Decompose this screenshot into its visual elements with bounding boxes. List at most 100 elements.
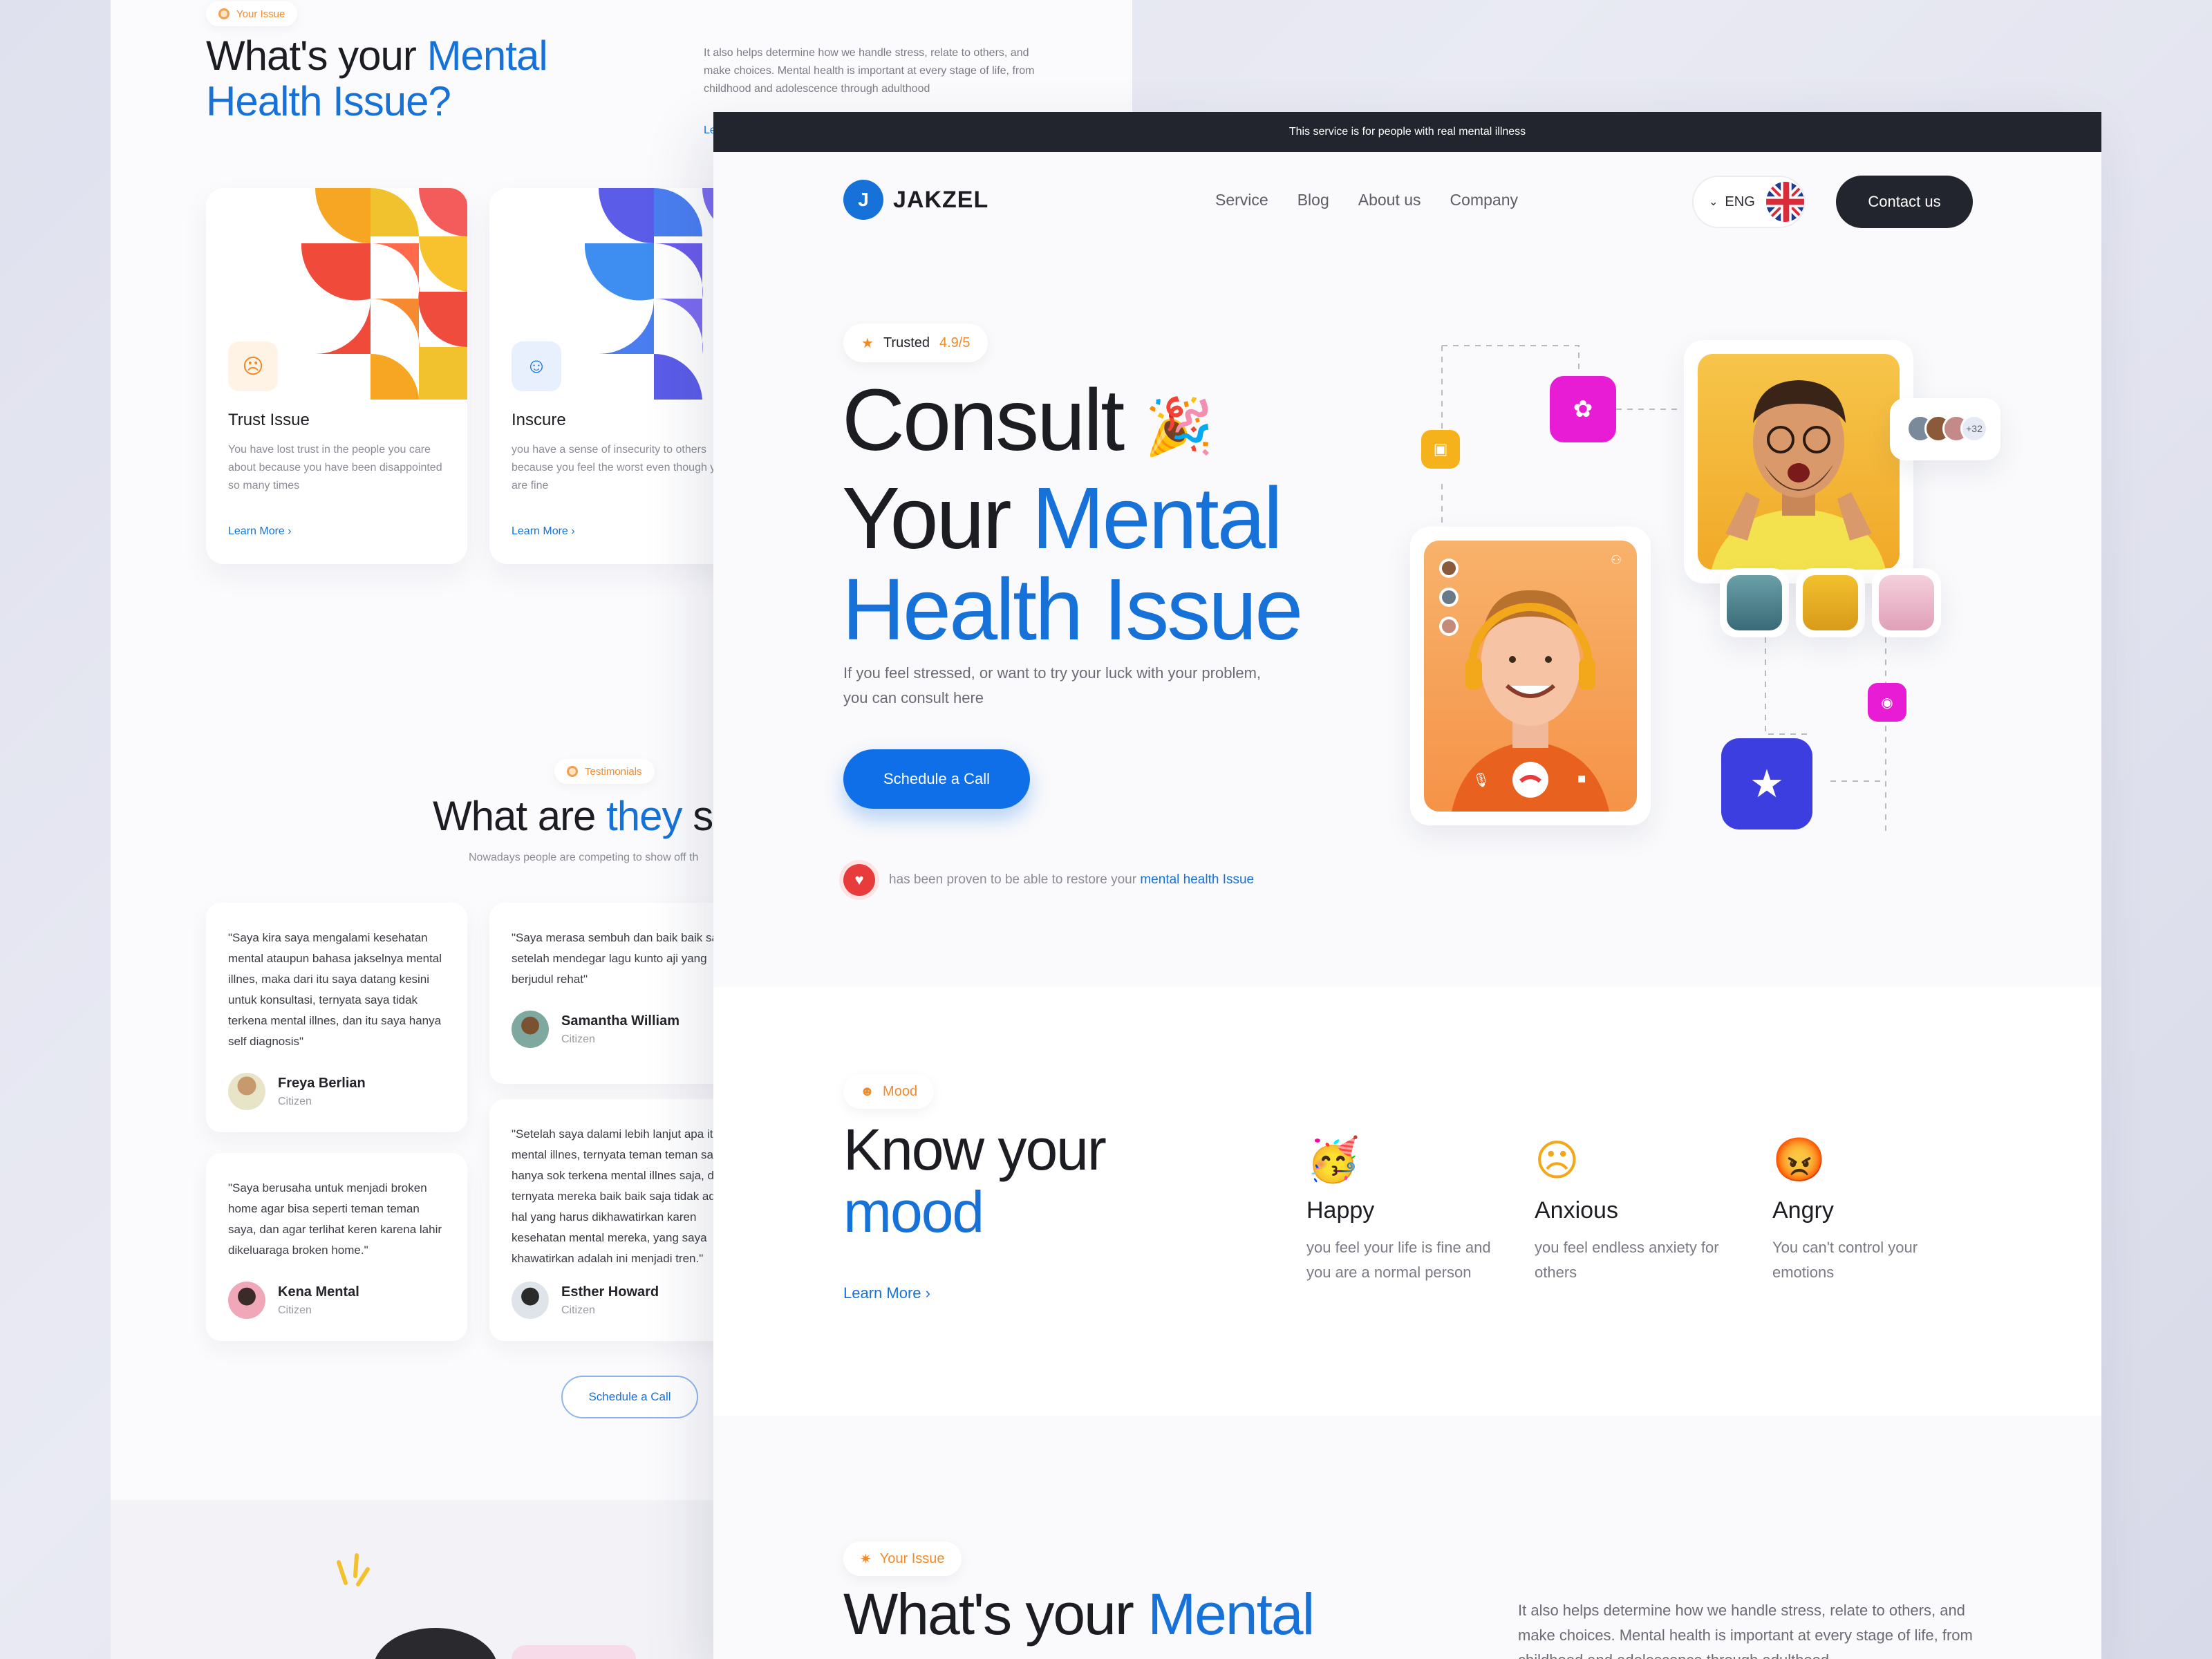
smiling-man-image (1439, 559, 1609, 812)
test-title-a: What are (433, 793, 607, 839)
card-learn-more[interactable]: Learn More › (228, 525, 292, 538)
user-thumb[interactable] (1796, 568, 1865, 637)
mood-angry[interactable]: 😡 Angry You can't control your emotions (1772, 1135, 1980, 1285)
issue-card-insecure[interactable]: ☺ Inscure you have a sense of insecurity… (489, 188, 751, 564)
issue-dot-icon: ✷ (860, 1551, 872, 1567)
mood-description: you feel your life is fine and you are a… (1306, 1239, 1491, 1281)
mic-off-icon[interactable]: 🎙 (1472, 771, 1490, 789)
illustration-partial (337, 1553, 496, 1659)
back-title-part-c: Health Issue? (206, 78, 451, 124)
testimonials-title: What are they sa (433, 792, 736, 840)
card-description: you have a sense of insecurity to others… (512, 444, 729, 491)
user-thumb-photo (1803, 575, 1858, 630)
testimonial-card: "Setelah saya dalami lebih lanjut apa it… (489, 1099, 751, 1341)
author-name: Freya Berlian (278, 1075, 366, 1091)
card-title: Inscure (512, 411, 566, 429)
testimonials-subtitle: Nowadays people are competing to show of… (469, 852, 699, 863)
video-call-card: 🎙 ■ ⚇ (1410, 527, 1651, 825)
author-name: Kena Mental (278, 1284, 359, 1300)
testimonial-author: Samantha William Citizen (512, 1011, 679, 1048)
avatar (228, 1282, 265, 1319)
mood-pill-label: Mood (883, 1083, 918, 1099)
testimonials-pill-label: Testimonials (585, 765, 642, 778)
card-description: You have lost trust in the people you ca… (228, 444, 442, 491)
video-icon[interactable]: ■ (1577, 771, 1586, 787)
mood-learn-more-label: Learn More (843, 1284, 921, 1302)
author-name: Esther Howard (561, 1284, 659, 1300)
avatar-count: +32 (1960, 415, 1988, 442)
star-badge-icon: ★ (1721, 738, 1812, 830)
user-thumb[interactable] (1720, 568, 1789, 637)
testimonial-card: "Saya kira saya mengalami kesehatan ment… (206, 903, 467, 1132)
testimonial-quote: "Saya berusaha untuk menjadi broken home… (228, 1181, 442, 1257)
mask-icon: ◉ (1868, 683, 1906, 722)
issue-card-trust[interactable]: ☹ Trust Issue You have lost trust in the… (206, 188, 467, 564)
sad-face-icon: ☹ (228, 341, 278, 391)
flower-icon: ✿ (1550, 376, 1616, 442)
mood-name: Anxious (1535, 1197, 1618, 1224)
geometric-art-warm (301, 188, 467, 400)
back-issue-title: What's your Mental Health Issue? (206, 32, 548, 124)
mood-name: Angry (1772, 1197, 1834, 1224)
mood-description: you feel endless anxiety for others (1535, 1239, 1719, 1281)
smile-face-glyph: ☺ (525, 355, 547, 377)
add-user-icon[interactable]: ⚇ (1611, 553, 1622, 568)
mood-name: Happy (1306, 1197, 1375, 1224)
chevron-right-icon: › (571, 525, 575, 537)
card-learn-more-label: Learn More (228, 525, 285, 537)
quote-icon (567, 766, 578, 777)
foreground-page: This service is for people with real men… (713, 112, 2101, 1659)
mood-description: You can't control your emotions (1772, 1239, 1918, 1281)
user-thumb-photo (1727, 575, 1782, 630)
card-learn-more[interactable]: Learn More › (512, 525, 575, 538)
anxious-emoji-icon: ☹ (1535, 1137, 1580, 1185)
author-role: Citizen (278, 1304, 312, 1316)
chevron-right-icon: › (288, 525, 292, 537)
testimonial-quote: "Saya kira saya mengalami kesehatan ment… (228, 931, 442, 1048)
featured-user-photo (1698, 354, 1900, 570)
your-issue-pill: ✷ Your Issue (843, 1541, 962, 1576)
author-name: Samantha William (561, 1013, 679, 1029)
testimonial-quote: "Setelah saya dalami lebih lanjut apa it… (512, 1127, 722, 1265)
smile-face-icon: ☺ (512, 341, 561, 391)
excited-man-image (1712, 380, 1886, 570)
author-role: Citizen (561, 1033, 595, 1045)
test-title-b: they (606, 793, 682, 839)
issue-title-b: Mental (1147, 1582, 1315, 1647)
avatar-stack-card: +32 (1890, 398, 2000, 460)
mood-anxious[interactable]: ☹ Anxious you feel endless anxiety for o… (1535, 1135, 1742, 1285)
happy-emoji-icon: 🥳 (1306, 1136, 1360, 1184)
back-schedule-button[interactable]: Schedule a Call (561, 1376, 698, 1418)
mood-title: Know your mood (843, 1118, 1107, 1244)
card-learn-more-label: Learn More (512, 525, 568, 537)
chevron-right-icon: › (925, 1284, 930, 1302)
your-issue-pill-label: Your Issue (236, 8, 285, 20)
back-issue-description: It also helps determine how we handle st… (704, 47, 1035, 95)
testimonial-author: Esther Howard Citizen (512, 1282, 659, 1319)
sad-face-glyph: ☹ (242, 355, 264, 378)
avatar (512, 1282, 549, 1319)
calendar-icon: ▣ (1421, 430, 1460, 469)
testimonial-card: "Saya berusaha untuk menjadi broken home… (206, 1153, 467, 1341)
testimonial-author: Freya Berlian Citizen (228, 1073, 366, 1110)
angry-emoji-icon: 😡 (1772, 1136, 1826, 1184)
smile-icon: ☻ (860, 1083, 875, 1099)
video-call-photo: 🎙 ■ ⚇ (1424, 541, 1637, 812)
issue-description: It also helps determine how we handle st… (1518, 1602, 1973, 1659)
mood-happy[interactable]: 🥳 Happy you feel your life is fine and y… (1306, 1135, 1514, 1285)
avatar (512, 1011, 549, 1048)
issue-pill-label: Your Issue (879, 1550, 945, 1566)
avatar (228, 1073, 265, 1110)
author-role: Citizen (278, 1095, 312, 1107)
testimonial-card: "Saya merasa sembuh dan baik baik saj se… (489, 903, 751, 1084)
user-thumb[interactable] (1872, 568, 1941, 637)
mood-title-b: mood (843, 1179, 984, 1244)
back-title-part-a: What's your (206, 32, 427, 79)
issue-title-a: What's your (843, 1582, 1148, 1647)
featured-user-card (1684, 340, 1913, 583)
decorative-shape (512, 1645, 636, 1659)
mood-learn-more[interactable]: Learn More › (843, 1284, 930, 1302)
mood-pill: ☻ Mood (843, 1074, 935, 1109)
testimonials-pill: Testimonials (554, 759, 655, 784)
issue-title: What's your Mental (843, 1582, 1315, 1647)
